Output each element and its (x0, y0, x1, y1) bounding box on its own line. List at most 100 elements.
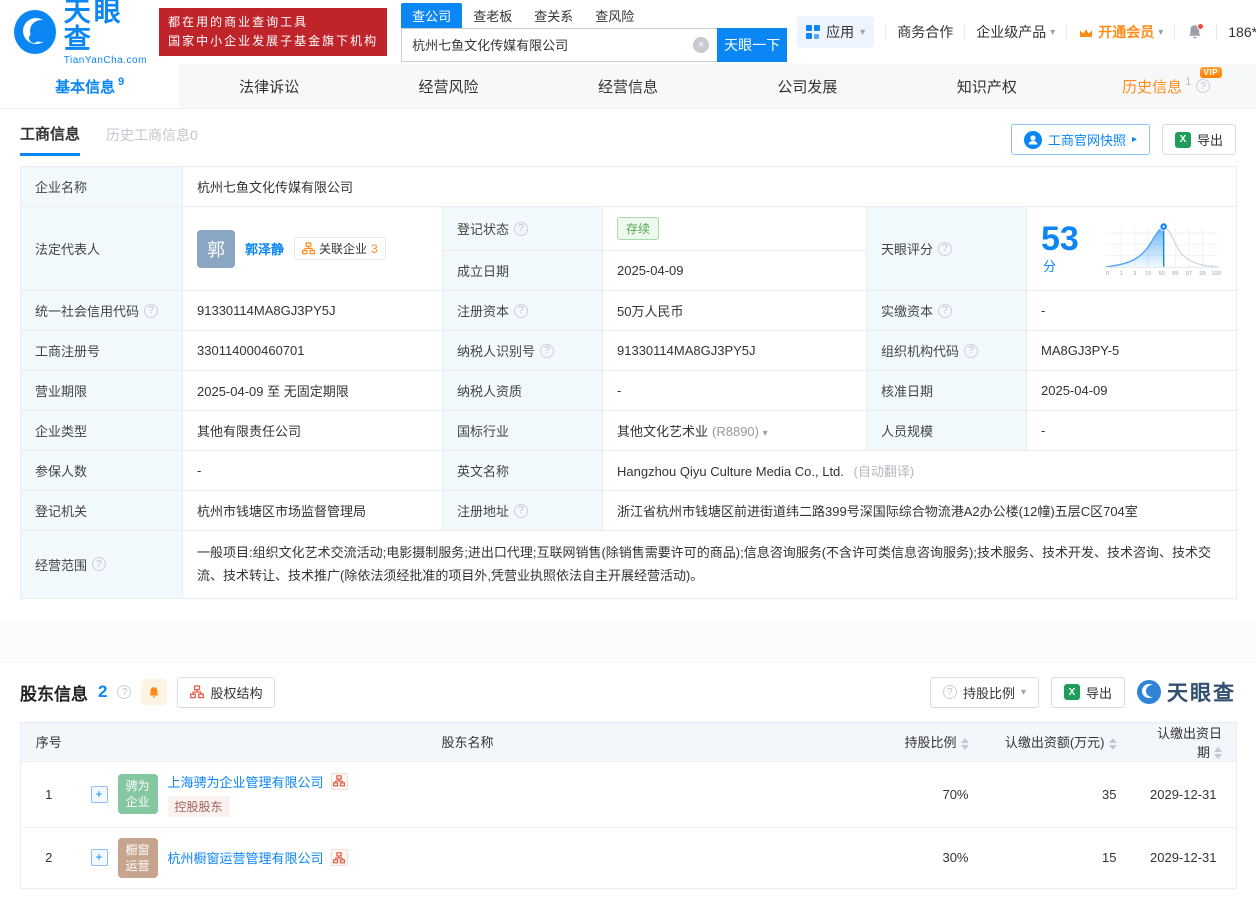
tab-label: 知识产权 (957, 76, 1017, 97)
equity-structure-icon-button[interactable] (331, 849, 348, 866)
field-value-staff: - (1027, 411, 1237, 451)
ratio-filter-dropdown[interactable]: ? 持股比例 ▾ (930, 677, 1039, 708)
nav-enterprise[interactable]: 企业级产品 ▾ (976, 22, 1055, 42)
expand-button[interactable]: + (91, 786, 108, 803)
industry-text: 其他文化艺术业 (617, 424, 708, 439)
tab-label: 基本信息 (55, 76, 115, 97)
field-value-reg-no: 330114000460701 (183, 331, 443, 371)
tab-label: 历史信息 (1122, 76, 1182, 97)
field-label-reg-status: 登记状态? (443, 207, 603, 251)
shareholder-link[interactable]: 杭州橱窗运营管理有限公司 (168, 848, 324, 867)
tab-operating-info[interactable]: 经营信息 (538, 64, 717, 108)
chevron-down-icon[interactable]: ▾ (763, 428, 768, 439)
nav-enterprise-label: 企业级产品 (976, 22, 1046, 42)
tab-company-development[interactable]: 公司发展 (718, 64, 897, 108)
help-icon[interactable]: ? (938, 242, 952, 256)
org-chart-icon (333, 852, 345, 864)
subtab-history-business-info[interactable]: 历史工商信息0 (106, 125, 198, 154)
account-menu[interactable]: 186*... ▾ (1228, 24, 1256, 40)
auto-translate-note: (自动翻译) (854, 464, 915, 479)
help-icon[interactable]: ? (938, 304, 952, 318)
shareholder-avatar[interactable]: 橱窗 运营 (118, 838, 158, 878)
field-value-org-code: MA8GJ3PY-5 (1027, 331, 1237, 371)
shareholders-title: 股东信息 (20, 680, 88, 705)
label-text: 统一社会信用代码 (35, 301, 139, 320)
tab-history-info[interactable]: VIP 历史信息 1 ? (1077, 64, 1256, 108)
avatar-text: 企业 (125, 794, 149, 810)
help-icon[interactable]: ? (117, 685, 131, 699)
logo-swirl-icon (14, 10, 56, 54)
shareholders-count: 2 (98, 682, 107, 702)
field-value-established: 2025-04-09 (603, 251, 867, 291)
tab-basic-info[interactable]: 基本信息 9 (0, 64, 179, 108)
label-text: 经营范围 (35, 555, 87, 574)
help-icon[interactable]: ? (1196, 79, 1210, 93)
nav-vip-label: 开通会员 (1098, 22, 1154, 42)
search-tab-boss[interactable]: 查老板 (462, 3, 523, 28)
search-area: 查公司 查老板 查关系 查风险 × 天眼一下 (401, 3, 787, 62)
legal-rep-avatar[interactable]: 郭 (197, 230, 235, 268)
search-button[interactable]: 天眼一下 (717, 28, 787, 62)
svg-text:0: 0 (1106, 271, 1109, 277)
date-cell: 2029-12-31 (1131, 761, 1237, 827)
field-value-insured: - (183, 451, 443, 491)
col-label: 认缴出资额(万元) (1005, 735, 1105, 750)
help-icon[interactable]: ? (540, 344, 554, 358)
promo-banner-line1: 都在用的商业查询工具 (168, 13, 378, 32)
col-amount-sort[interactable]: 认缴出资额(万元) (983, 722, 1131, 761)
shareholder-link[interactable]: 上海骋为企业管理有限公司 (168, 772, 324, 791)
shareholder-cell: + 橱窗 运营 杭州橱窗运营管理有限公司 (77, 827, 859, 888)
top-bar: 天眼查 TianYanCha.com 都在用的商业查询工具 国家中小企业发展子基… (0, 0, 1256, 64)
field-value-legal-rep: 郭 郭泽静 关联企业 3 (183, 207, 443, 291)
notifications-bell[interactable] (1186, 23, 1205, 41)
official-snapshot-button[interactable]: 工商官网快照 ▸ (1011, 124, 1150, 155)
nav-vip[interactable]: 开通会员 ▾ (1078, 22, 1163, 42)
export-button[interactable]: X 导出 (1162, 124, 1236, 155)
export-shareholders-button[interactable]: X 导出 (1051, 677, 1125, 708)
subtab-business-info[interactable]: 工商信息 (20, 123, 80, 156)
help-icon[interactable]: ? (964, 344, 978, 358)
label-text: 纳税人识别号 (457, 341, 535, 360)
nav-cooperation[interactable]: 商务合作 (897, 22, 953, 42)
shareholder-row: 1 + 骋为 企业 上海骋为企业管理有限公司 (21, 761, 1237, 827)
tab-legal[interactable]: 法律诉讼 (179, 64, 358, 108)
apps-label: 应用 (826, 22, 854, 42)
business-info-section: 企业名称 杭州七鱼文化传媒有限公司 法定代表人 郭 郭泽静 关联企业 3 登记状… (0, 166, 1256, 599)
expand-button[interactable]: + (91, 849, 108, 866)
help-icon[interactable]: ? (144, 304, 158, 318)
equity-structure-icon-button[interactable] (331, 773, 348, 790)
account-phone: 186*... (1228, 24, 1256, 40)
help-icon[interactable]: ? (514, 222, 528, 236)
monitor-bell-button[interactable] (141, 679, 167, 705)
search-tab-company[interactable]: 查公司 (401, 3, 462, 28)
search-tab-risk[interactable]: 查风险 (584, 3, 645, 28)
label-text: 注册资本 (457, 301, 509, 320)
search-tab-relation[interactable]: 查关系 (523, 3, 584, 28)
tab-operating-risk[interactable]: 经营风险 (359, 64, 538, 108)
field-label-taxpayer-id: 纳税人识别号? (443, 331, 603, 371)
search-input[interactable] (401, 28, 717, 62)
field-value-company-name: 杭州七鱼文化传媒有限公司 (183, 167, 1237, 207)
amount-cell: 15 (983, 827, 1131, 888)
tianyancha-logo[interactable]: 天眼查 TianYanCha.com (14, 0, 149, 66)
watermark-text: 天眼查 (1167, 677, 1236, 707)
field-value-paid-capital: - (1027, 291, 1237, 331)
field-label-industry: 国标行业 (443, 411, 603, 451)
help-icon[interactable]: ? (92, 557, 106, 571)
tab-intellectual-property[interactable]: 知识产权 (897, 64, 1076, 108)
apps-menu[interactable]: 应用 ▾ (797, 16, 874, 48)
help-icon[interactable]: ? (514, 304, 528, 318)
org-chart-icon (302, 242, 315, 255)
related-companies-chip[interactable]: 关联企业 3 (294, 237, 386, 260)
col-ratio-sort[interactable]: 持股比例 (859, 722, 983, 761)
chevron-down-icon: ▾ (1050, 27, 1055, 38)
tab-count: 9 (118, 76, 124, 88)
shareholders-table: 序号 股东名称 持股比例 认缴出资额(万元) 认缴出资日期 1 + 骋为 企业 (20, 722, 1237, 889)
clear-search-icon[interactable]: × (693, 37, 709, 53)
shareholder-avatar[interactable]: 骋为 企业 (118, 774, 158, 814)
legal-rep-link[interactable]: 郭泽静 (245, 239, 284, 258)
status-badge: 存续 (617, 217, 659, 240)
col-date-sort[interactable]: 认缴出资日期 (1131, 722, 1237, 761)
equity-structure-button[interactable]: 股权结构 (177, 677, 275, 708)
help-icon[interactable]: ? (514, 504, 528, 518)
